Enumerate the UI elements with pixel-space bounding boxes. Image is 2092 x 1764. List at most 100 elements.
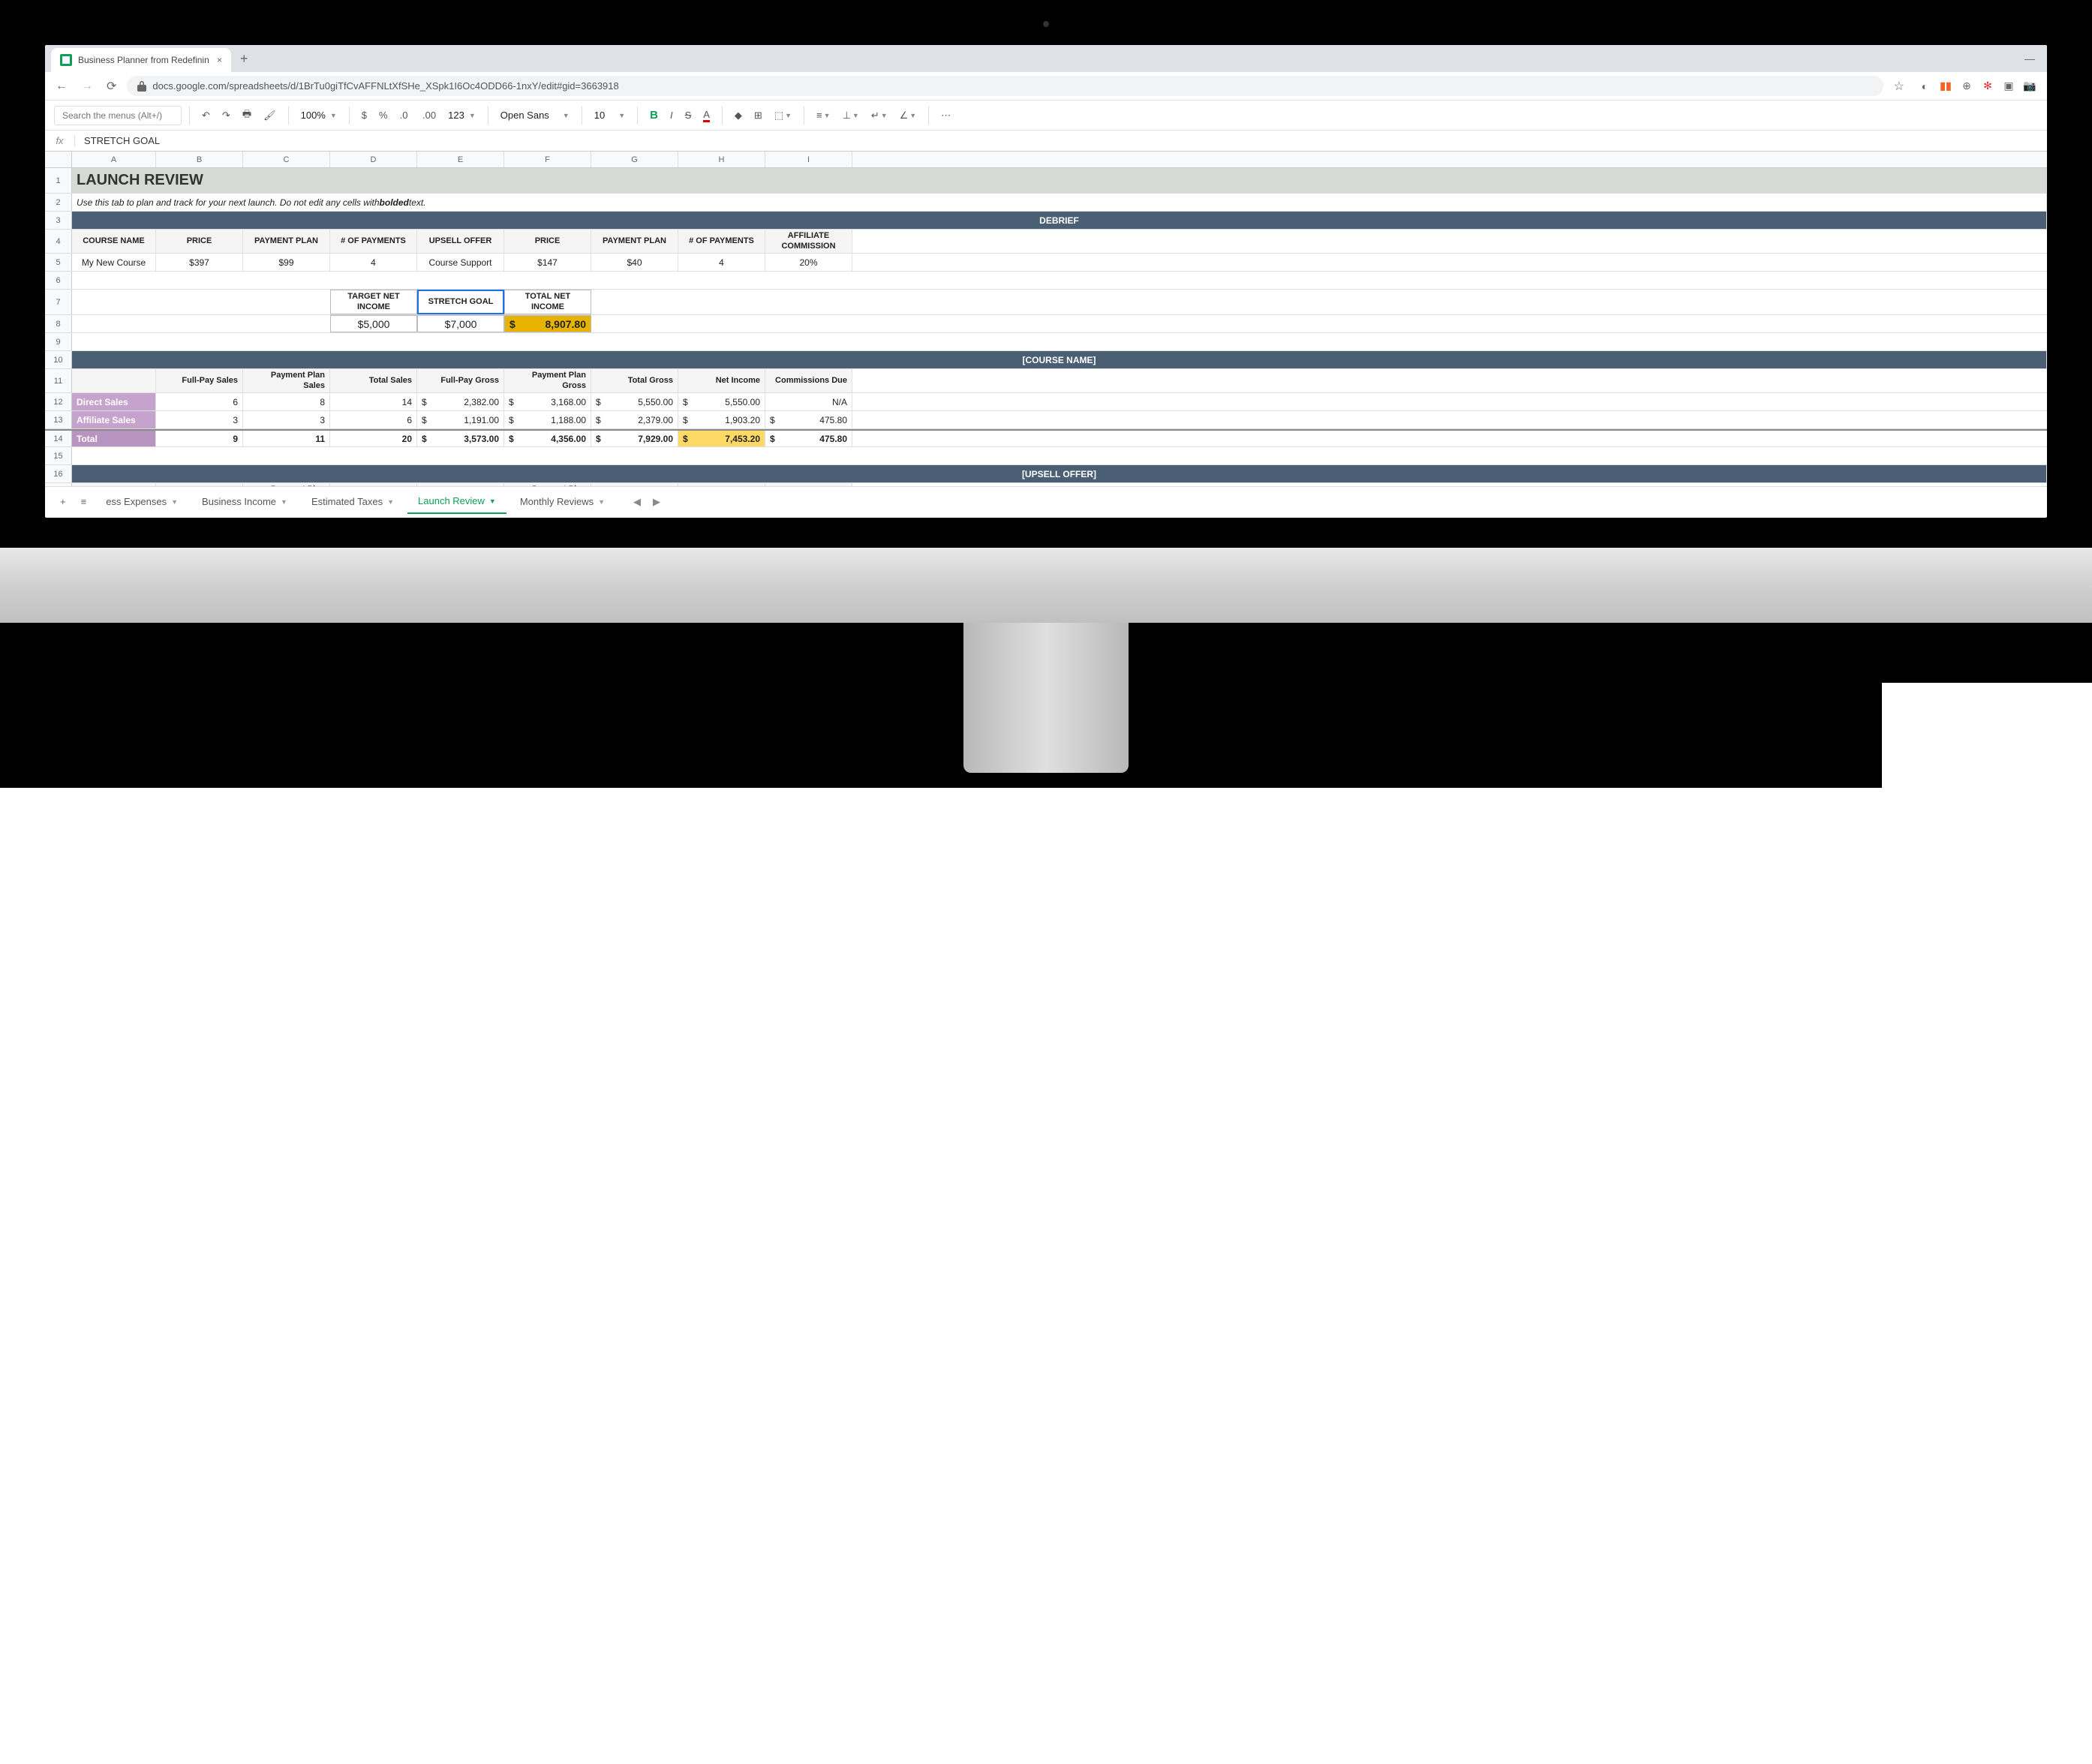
col-header[interactable]: F [504,152,591,167]
th-cell[interactable]: Payment Plan Sales [243,369,330,392]
col-header[interactable]: H [678,152,765,167]
cell[interactable] [765,290,852,314]
forward-button[interactable]: → [78,80,96,93]
section-header[interactable]: DEBRIEF [72,212,2047,229]
zoom-dropdown[interactable]: 100%▼ [296,107,341,124]
fill-color-button[interactable]: ◆ [730,107,747,125]
cell[interactable]: $99 [243,254,330,271]
cell[interactable]: $3,573.00 [417,431,504,446]
th-cell[interactable]: Full-Pay Gross [417,369,504,392]
th-cell[interactable]: Total Sales [330,483,417,486]
cell[interactable]: 20% [765,254,852,271]
th-cell[interactable]: Commissions Due [765,369,852,392]
increase-decimal-button[interactable]: .00 [418,107,440,124]
section-header[interactable]: [COURSE NAME] [72,351,2047,368]
search-menus-input[interactable] [54,106,182,125]
italic-button[interactable]: I [666,107,678,124]
th-cell[interactable] [72,369,156,392]
cell[interactable] [243,290,330,314]
col-header[interactable]: B [156,152,243,167]
sheet-title[interactable]: LAUNCH REVIEW [72,168,2047,193]
cell[interactable]: $7,453.20 [678,431,765,446]
text-color-button[interactable]: A [699,106,714,125]
instruction-cell[interactable]: Use this tab to plan and track for your … [72,194,2047,211]
col-header[interactable]: D [330,152,417,167]
sheet-tab[interactable]: ess Expenses▼ [95,490,188,513]
cell[interactable]: 3 [243,411,330,428]
cell[interactable]: 6 [330,411,417,428]
star-icon[interactable]: ☆ [1891,79,1907,94]
cell[interactable] [678,290,765,314]
th-cell[interactable] [72,483,156,486]
cell[interactable]: $1,903.20 [678,411,765,428]
extension-icon[interactable]: ◐ [1918,80,1931,93]
th-cell[interactable]: TOTAL NET INCOME [504,290,591,314]
cell[interactable]: $2,382.00 [417,393,504,410]
row-header[interactable]: 15 [45,447,72,464]
cell[interactable] [72,447,2047,464]
font-dropdown[interactable]: Open Sans▼ [496,107,574,124]
cell[interactable]: 3 [156,411,243,428]
cell[interactable]: 4 [330,254,417,271]
col-header[interactable]: G [591,152,678,167]
wrap-button[interactable]: ↵▼ [867,107,892,125]
cell[interactable] [591,290,678,314]
cell[interactable]: $7,929.00 [591,431,678,446]
extension-icon[interactable]: ▣ [2002,80,2015,93]
cell[interactable]: 8 [243,393,330,410]
url-input[interactable]: docs.google.com/spreadsheets/d/1BrTu0giT… [127,76,1883,96]
rotate-button[interactable]: ∠▼ [895,107,921,125]
all-sheets-button[interactable]: ≡ [75,491,93,512]
row-header[interactable]: 1 [45,168,72,193]
th-cell[interactable]: AFFILIATE COMMISSION [765,230,852,253]
cell[interactable]: $7,000 [417,315,504,332]
paint-format-button[interactable]: 🖌 [259,107,281,125]
col-header[interactable]: A [72,152,156,167]
th-cell[interactable]: Commissions Due [765,483,852,486]
extension-icon[interactable]: 📷 [2023,80,2036,93]
valign-button[interactable]: ⊥▼ [838,107,864,125]
bold-button[interactable]: B [645,106,663,125]
cell[interactable]: $3,168.00 [504,393,591,410]
cell[interactable]: $4,356.00 [504,431,591,446]
sheet-tab[interactable]: Business Income▼ [191,490,298,513]
cell[interactable] [72,315,156,332]
borders-button[interactable]: ⊞ [750,107,767,125]
row-header[interactable]: 12 [45,393,72,410]
row-header[interactable]: 2 [45,194,72,211]
th-cell[interactable]: COURSE NAME [72,230,156,253]
sheet-tab-active[interactable]: Launch Review▼ [407,489,506,514]
align-button[interactable]: ≡▼ [812,107,835,124]
minimize-button[interactable]: — [2024,53,2035,65]
formula-input[interactable]: STRETCH GOAL [75,135,160,146]
cell[interactable]: 6 [156,393,243,410]
col-header[interactable]: C [243,152,330,167]
merge-button[interactable]: ⬚▼ [770,107,796,125]
cell[interactable]: $5,000 [330,315,417,332]
th-cell[interactable]: PRICE [504,230,591,253]
row-header[interactable]: 6 [45,272,72,289]
row-header[interactable]: 17 [45,483,72,486]
cell[interactable]: $147 [504,254,591,271]
cell[interactable]: $397 [156,254,243,271]
th-cell[interactable]: # OF PAYMENTS [678,230,765,253]
cell[interactable]: Course Support [417,254,504,271]
strike-button[interactable]: S [681,107,696,124]
cell[interactable] [72,333,2047,350]
cell[interactable]: $475.80 [765,411,852,428]
row-header[interactable]: 7 [45,290,72,314]
scroll-tabs-right[interactable]: ▶ [653,496,660,508]
cell[interactable]: 9 [156,431,243,446]
cell[interactable]: My New Course [72,254,156,271]
row-header[interactable]: 11 [45,369,72,392]
decrease-decimal-button[interactable]: .0 [395,107,415,124]
reload-button[interactable]: ⟳ [104,79,119,94]
row-header[interactable]: 16 [45,465,72,482]
sheet-tab[interactable]: Estimated Taxes▼ [301,490,404,513]
th-cell[interactable]: Total Sales [330,369,417,392]
row-header[interactable]: 8 [45,315,72,332]
th-cell[interactable]: # OF PAYMENTS [330,230,417,253]
cell[interactable]: $8,907.80 [504,315,591,332]
row-header[interactable]: 10 [45,351,72,368]
cell[interactable]: N/A [765,393,852,410]
